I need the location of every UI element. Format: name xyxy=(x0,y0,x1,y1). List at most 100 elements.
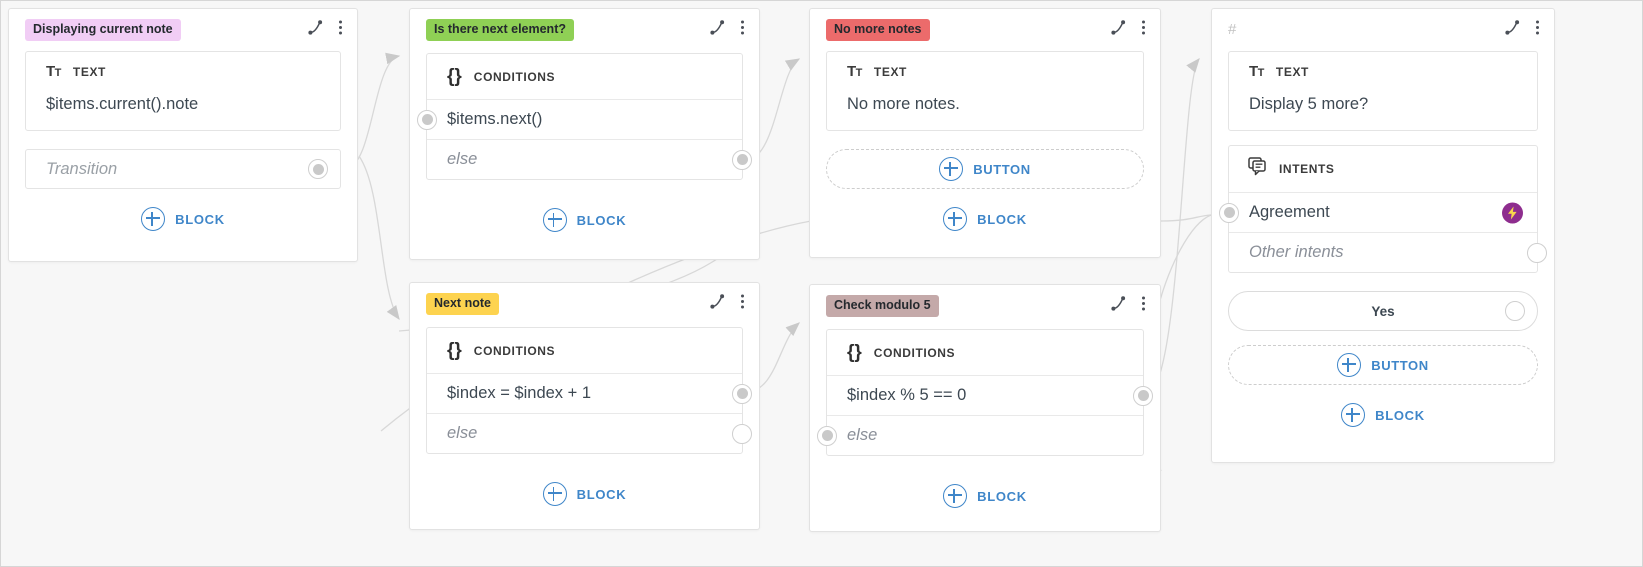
plus-icon xyxy=(1337,353,1361,377)
braces-icon: {} xyxy=(847,343,862,362)
module-intents[interactable]: INTENTS Agreement Other intents xyxy=(1228,145,1538,273)
module-text-value[interactable]: Display 5 more? xyxy=(1229,91,1537,130)
card-header: Next note xyxy=(410,283,759,325)
module-text-value[interactable]: $items.current().note xyxy=(26,91,340,130)
flow-card-displaying-current-note[interactable]: Displaying current note TT TEXT $items.c… xyxy=(8,8,358,262)
flow-card-is-there-next-element[interactable]: Is there next element? {} CONDITIONS $it… xyxy=(409,8,760,260)
link-icon[interactable] xyxy=(709,19,726,41)
condition-text: $index % 5 == 0 xyxy=(847,386,966,405)
card-title-placeholder[interactable]: # xyxy=(1228,18,1244,43)
flow-canvas[interactable]: Displaying current note TT TEXT $items.c… xyxy=(0,0,1643,567)
more-vertical-icon[interactable] xyxy=(338,19,343,41)
add-block-button[interactable]: BLOCK xyxy=(410,204,759,236)
condition-text: $index = $index + 1 xyxy=(447,384,591,403)
condition-port[interactable] xyxy=(417,110,437,130)
condition-row-else[interactable]: else xyxy=(427,139,742,179)
condition-row-else[interactable]: else xyxy=(827,415,1143,455)
card-header: Is there next element? xyxy=(410,9,759,51)
add-button-pill[interactable]: BUTTON xyxy=(826,149,1144,189)
card-header: # xyxy=(1212,9,1554,51)
card-header: No more notes xyxy=(810,9,1160,51)
condition-port[interactable] xyxy=(732,150,752,170)
add-block-label: BLOCK xyxy=(577,213,627,228)
link-icon[interactable] xyxy=(1110,295,1127,317)
add-button-pill[interactable]: BUTTON xyxy=(1228,345,1538,385)
intent-port[interactable] xyxy=(1219,203,1239,223)
plus-icon xyxy=(543,482,567,506)
intents-icon xyxy=(1248,157,1267,181)
module-header: INTENTS xyxy=(1229,146,1537,192)
intent-row-agreement[interactable]: Agreement xyxy=(1229,192,1537,232)
condition-text: else xyxy=(447,150,477,169)
condition-row-else[interactable]: else xyxy=(427,413,742,453)
bolt-icon[interactable] xyxy=(1502,202,1523,223)
flow-card-display-5-more[interactable]: # TT TEXT Display 5 more? xyxy=(1211,8,1555,463)
transition-label: Transition xyxy=(46,160,117,179)
flow-card-check-modulo-5[interactable]: Check modulo 5 {} CONDITIONS $index % 5 … xyxy=(809,284,1161,532)
add-button-label: BUTTON xyxy=(1371,358,1429,373)
more-vertical-icon[interactable] xyxy=(1141,295,1146,317)
transition-port[interactable] xyxy=(308,159,328,179)
card-title-tag[interactable]: Is there next element? xyxy=(426,19,574,41)
condition-row[interactable]: $index % 5 == 0 xyxy=(827,375,1143,415)
card-title-tag[interactable]: No more notes xyxy=(826,19,930,41)
add-block-label: BLOCK xyxy=(577,487,627,502)
module-conditions[interactable]: {} CONDITIONS $index = $index + 1 else xyxy=(426,327,743,454)
link-icon[interactable] xyxy=(709,293,726,315)
yes-button-port[interactable] xyxy=(1505,301,1525,321)
module-conditions[interactable]: {} CONDITIONS $items.next() else xyxy=(426,53,743,180)
link-icon[interactable] xyxy=(1504,19,1521,41)
module-header: {} CONDITIONS xyxy=(827,330,1143,375)
module-text[interactable]: TT TEXT Display 5 more? xyxy=(1228,51,1538,131)
condition-row[interactable]: $index = $index + 1 xyxy=(427,373,742,413)
plus-icon xyxy=(939,157,963,181)
condition-port[interactable] xyxy=(732,424,752,444)
module-text[interactable]: TT TEXT No more notes. xyxy=(826,51,1144,131)
link-icon[interactable] xyxy=(1110,19,1127,41)
add-block-label: BLOCK xyxy=(175,212,225,227)
module-label: TEXT xyxy=(1276,65,1309,79)
condition-text: $items.next() xyxy=(447,110,542,129)
module-label: CONDITIONS xyxy=(474,344,555,358)
plus-icon xyxy=(943,207,967,231)
intent-port[interactable] xyxy=(1527,243,1547,263)
module-label: TEXT xyxy=(73,65,106,79)
module-text-value[interactable]: No more notes. xyxy=(827,91,1143,130)
link-icon[interactable] xyxy=(307,19,324,41)
plus-icon xyxy=(943,484,967,508)
condition-port[interactable] xyxy=(817,426,837,446)
module-header: TT TEXT xyxy=(827,52,1143,91)
card-title-tag[interactable]: Next note xyxy=(426,293,499,315)
condition-row[interactable]: $items.next() xyxy=(427,99,742,139)
plus-icon xyxy=(1341,403,1365,427)
condition-port[interactable] xyxy=(732,384,752,404)
card-header: Check modulo 5 xyxy=(810,285,1160,327)
text-icon: TT xyxy=(847,63,862,80)
module-conditions[interactable]: {} CONDITIONS $index % 5 == 0 else xyxy=(826,329,1144,456)
transition-pill[interactable]: Transition xyxy=(25,149,341,189)
more-vertical-icon[interactable] xyxy=(740,19,745,41)
add-block-button[interactable]: BLOCK xyxy=(1212,399,1554,431)
card-header: Displaying current note xyxy=(9,9,357,51)
add-block-button[interactable]: BLOCK xyxy=(9,203,357,235)
card-title-tag[interactable]: Displaying current note xyxy=(25,19,181,41)
module-header: {} CONDITIONS xyxy=(427,54,742,99)
yes-button-pill[interactable]: Yes xyxy=(1228,291,1538,331)
plus-icon xyxy=(543,208,567,232)
more-vertical-icon[interactable] xyxy=(1535,19,1540,41)
condition-port[interactable] xyxy=(1133,386,1153,406)
flow-card-next-note[interactable]: Next note {} CONDITIONS $index = $index … xyxy=(409,282,760,530)
card-title-tag[interactable]: Check modulo 5 xyxy=(826,295,939,317)
more-vertical-icon[interactable] xyxy=(740,293,745,315)
intent-row-other[interactable]: Other intents xyxy=(1229,232,1537,272)
braces-icon: {} xyxy=(447,341,462,360)
add-block-button[interactable]: BLOCK xyxy=(810,203,1160,235)
module-label: TEXT xyxy=(874,65,907,79)
flow-card-no-more-notes[interactable]: No more notes TT TEXT No more notes. BUT… xyxy=(809,8,1161,258)
more-vertical-icon[interactable] xyxy=(1141,19,1146,41)
add-block-button[interactable]: BLOCK xyxy=(810,480,1160,512)
add-block-label: BLOCK xyxy=(1375,408,1425,423)
module-label: CONDITIONS xyxy=(874,346,955,360)
add-block-button[interactable]: BLOCK xyxy=(410,478,759,510)
module-text[interactable]: TT TEXT $items.current().note xyxy=(25,51,341,131)
